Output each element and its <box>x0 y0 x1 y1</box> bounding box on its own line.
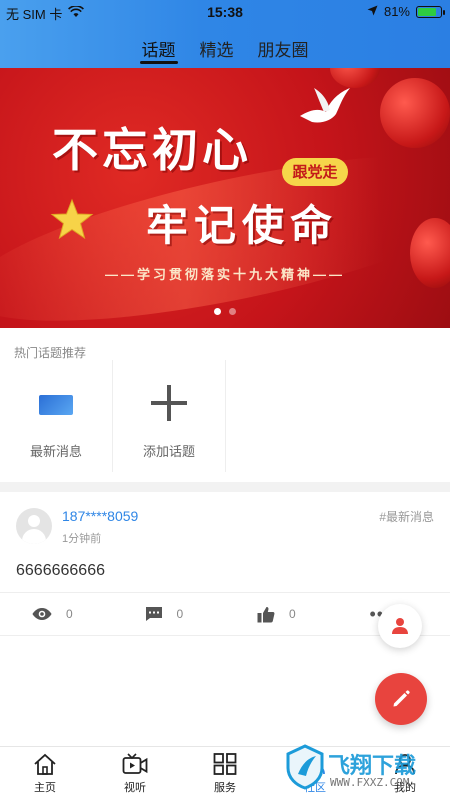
likes-count: 0 <box>289 607 296 621</box>
profile-shortcut-button[interactable] <box>378 604 422 648</box>
nav-media[interactable]: 视听 <box>90 747 180 800</box>
avatar-body <box>22 529 46 544</box>
battery-percent: 81% <box>383 4 410 19</box>
comments-count: 0 <box>176 607 184 621</box>
lantern-decoration <box>330 68 380 88</box>
tab-moments[interactable]: 朋友圈 <box>256 30 311 66</box>
user-icon <box>392 618 408 634</box>
star-icon <box>50 198 94 240</box>
banner-badge: 跟党走 <box>282 158 348 186</box>
battery-icon <box>416 5 445 18</box>
status-bar: 无 SIM 卡 15:38 81% <box>0 0 450 24</box>
tab-topics[interactable]: 话题 <box>139 30 178 66</box>
watermark: 飞翔下载 WWW.FXXZ.COM <box>280 742 450 792</box>
post-content: 6666666666 <box>16 562 105 579</box>
carousel-dot[interactable] <box>214 308 221 315</box>
banner-title-line2: 牢记使命 <box>146 201 339 250</box>
topic-label: 最新消息 <box>29 444 82 459</box>
avatar-head <box>28 515 40 527</box>
post-username[interactable]: 187****8059 <box>62 508 138 524</box>
lantern-decoration <box>380 78 450 148</box>
nav-label: 服务 <box>214 781 236 794</box>
comment-action[interactable]: 0 <box>113 606 226 622</box>
views-action[interactable]: 0 <box>0 607 113 621</box>
home-icon <box>34 753 56 775</box>
battery-level <box>418 7 436 16</box>
post-timestamp: 1分钟前 <box>62 533 102 545</box>
nav-label: 主页 <box>34 781 56 794</box>
top-header: 无 SIM 卡 15:38 81% 话题 精选 朋友圈 <box>0 0 450 68</box>
status-right: 81% <box>367 4 445 19</box>
views-count: 0 <box>66 607 73 621</box>
location-arrow-icon <box>367 4 378 19</box>
dove-icon <box>300 88 350 123</box>
video-icon <box>122 752 148 774</box>
comment-icon <box>145 607 162 621</box>
hot-topics-list: 最新消息 添加话题 <box>0 360 450 472</box>
banner-subtitle: ——学习贯彻落实十九大精神—— <box>104 267 345 282</box>
avatar[interactable] <box>16 508 52 544</box>
topic-label: 添加话题 <box>142 444 195 459</box>
plus-icon <box>151 385 187 421</box>
watermark-logo-icon <box>286 744 324 790</box>
carousel-dot[interactable] <box>229 308 236 315</box>
nav-label: 视听 <box>124 781 146 794</box>
grid-icon <box>213 752 237 775</box>
topic-latest-news[interactable]: 最新消息 <box>0 360 113 472</box>
section-divider <box>0 482 450 492</box>
carousel-dots <box>0 308 450 315</box>
topic-add[interactable]: 添加话题 <box>113 360 226 472</box>
banner-title-line1: 不忘初心 <box>52 123 252 177</box>
pencil-icon <box>393 690 410 707</box>
nav-home[interactable]: 主页 <box>0 747 90 800</box>
tab-featured[interactable]: 精选 <box>198 30 236 66</box>
like-action[interactable]: 0 <box>225 606 338 623</box>
thumbs-up-icon <box>257 606 275 622</box>
post-topic-tag[interactable]: #最新消息 <box>379 508 434 525</box>
nav-services[interactable]: 服务 <box>180 747 270 800</box>
watermark-url: WWW.FXXZ.COM <box>330 776 410 789</box>
hot-topics-title: 热门话题推荐 <box>14 346 87 360</box>
news-thumbnail-icon <box>39 395 73 415</box>
compose-post-button[interactable] <box>375 673 427 725</box>
banner-carousel[interactable]: 不忘初心 跟党走 牢记使命 ——学习贯彻落实十九大精神—— <box>0 68 450 328</box>
eye-icon <box>32 608 52 620</box>
app-screen: 无 SIM 卡 15:38 81% 话题 精选 朋友圈 不忘初心 跟党走 牢记使… <box>0 0 450 800</box>
top-tab-bar: 话题 精选 朋友圈 <box>0 30 450 66</box>
